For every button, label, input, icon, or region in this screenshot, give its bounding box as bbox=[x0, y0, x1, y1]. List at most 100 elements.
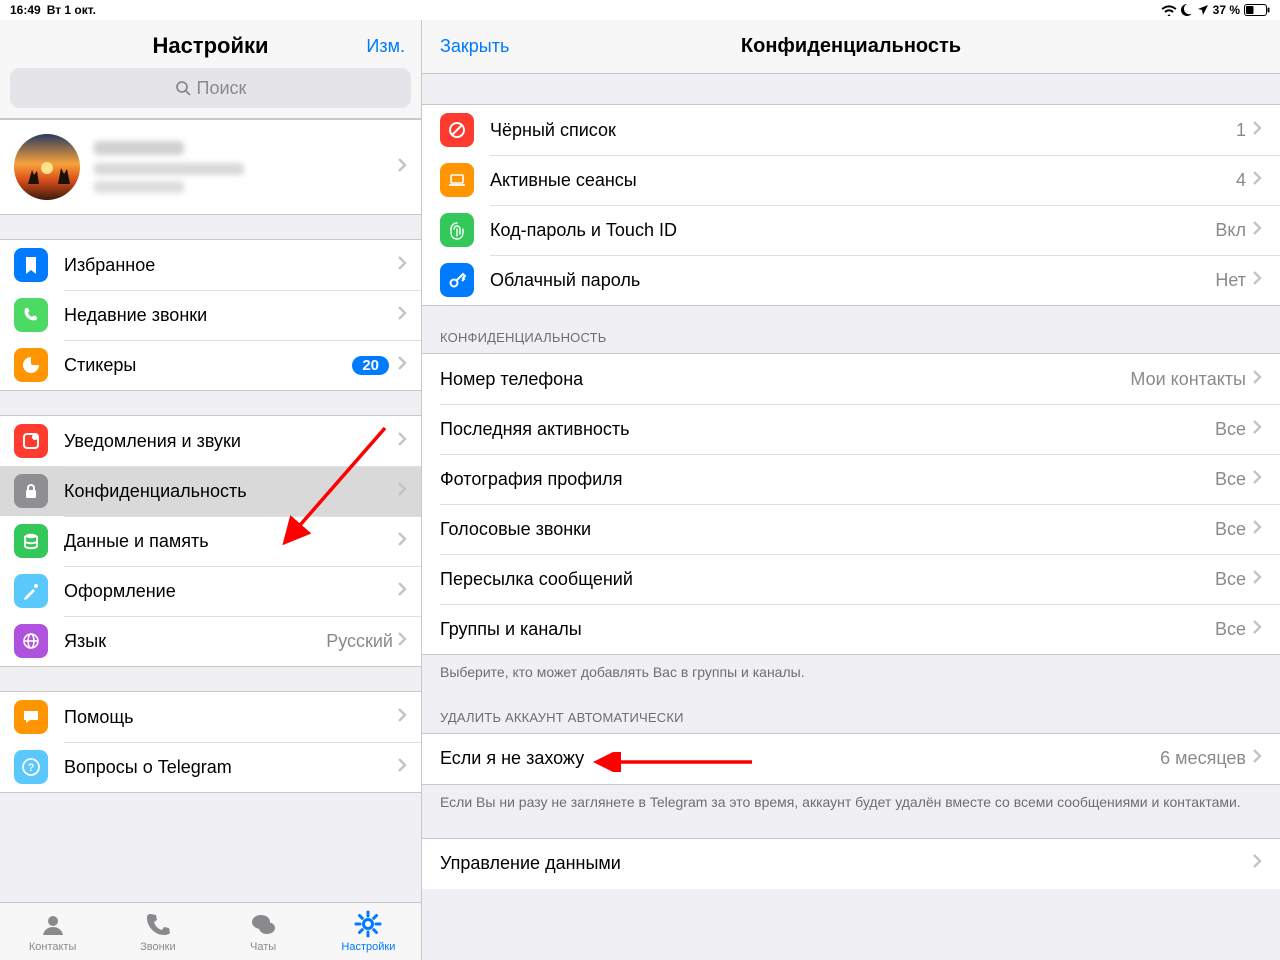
sidebar-item-saved[interactable]: Избранное bbox=[0, 240, 421, 290]
laptop-icon bbox=[440, 163, 474, 197]
profile-name-blur bbox=[94, 141, 184, 155]
sidebar-item-appearance[interactable]: Оформление bbox=[0, 566, 421, 616]
phone-tab-icon bbox=[144, 910, 172, 941]
chevron-right-icon bbox=[397, 355, 407, 376]
lock-icon bbox=[14, 474, 48, 508]
sidebar-item-data[interactable]: Данные и память bbox=[0, 516, 421, 566]
sidebar-item-label: Уведомления и звуки bbox=[64, 431, 397, 452]
chevron-right-icon bbox=[397, 157, 407, 178]
chevron-right-icon bbox=[1252, 120, 1262, 141]
status-bar: 16:49 Вт 1 окт. 37 % bbox=[0, 0, 1280, 20]
sidebar-item-label: Язык bbox=[64, 631, 326, 652]
chevron-right-icon bbox=[397, 581, 407, 602]
privacy-section-footer: Выберите, кто может добавлять Вас в груп… bbox=[422, 655, 1280, 686]
detail-scroll[interactable]: Чёрный список1Активные сеансы4Код-пароль… bbox=[422, 74, 1280, 960]
tab-contacts[interactable]: Контакты bbox=[0, 903, 105, 960]
sidebar-item-calls[interactable]: Недавние звонки bbox=[0, 290, 421, 340]
sidebar-header: Настройки Изм. Поиск bbox=[0, 20, 421, 119]
profile-phone-blur bbox=[94, 163, 244, 175]
sidebar-item-stickers[interactable]: Стикеры20 bbox=[0, 340, 421, 390]
chevron-right-icon bbox=[1252, 619, 1262, 640]
phone-icon bbox=[14, 298, 48, 332]
auto-delete-value: 6 месяцев bbox=[1160, 748, 1246, 769]
chevron-right-icon bbox=[1252, 170, 1262, 191]
tab-label: Звонки bbox=[140, 941, 176, 953]
cell-label: Фотография профиля bbox=[440, 469, 1215, 490]
sticker-icon bbox=[14, 348, 48, 382]
privacy-phone-cell[interactable]: Номер телефонаМои контакты bbox=[422, 354, 1280, 404]
security-sessions-cell[interactable]: Активные сеансы4 bbox=[422, 155, 1280, 205]
chevron-right-icon bbox=[1252, 748, 1262, 769]
sidebar-title: Настройки bbox=[152, 33, 268, 59]
cell-value: Мои контакты bbox=[1130, 369, 1246, 390]
sidebar-item-label: Избранное bbox=[64, 255, 397, 276]
sidebar-item-label: Оформление bbox=[64, 581, 397, 602]
tab-settings[interactable]: Настройки bbox=[316, 903, 421, 960]
manage-data-label: Управление данными bbox=[440, 853, 1252, 874]
avatar bbox=[14, 134, 80, 200]
cell-label: Пересылка сообщений bbox=[440, 569, 1215, 590]
data-icon bbox=[14, 524, 48, 558]
privacy-lastseen-cell[interactable]: Последняя активностьВсе bbox=[422, 404, 1280, 454]
battery-text: 37 % bbox=[1213, 3, 1240, 17]
cell-value: Все bbox=[1215, 469, 1246, 490]
chevron-right-icon bbox=[397, 531, 407, 552]
tab-chats[interactable]: Чаты bbox=[211, 903, 316, 960]
sidebar-item-faq[interactable]: ? Вопросы о Telegram bbox=[0, 742, 421, 792]
tab-calls[interactable]: Звонки bbox=[105, 903, 210, 960]
sidebar-item-lang[interactable]: ЯзыкРусский bbox=[0, 616, 421, 666]
privacy-voice-cell[interactable]: Голосовые звонкиВсе bbox=[422, 504, 1280, 554]
tab-label: Чаты bbox=[250, 941, 276, 953]
brush-icon bbox=[14, 574, 48, 608]
edit-button[interactable]: Изм. bbox=[366, 36, 405, 57]
manage-data-cell[interactable]: Управление данными bbox=[422, 839, 1280, 889]
chevron-right-icon bbox=[397, 631, 407, 652]
security-cloudpwd-cell[interactable]: Облачный парольНет bbox=[422, 255, 1280, 305]
contacts-icon bbox=[39, 910, 67, 941]
chevron-right-icon bbox=[1252, 419, 1262, 440]
chevron-right-icon bbox=[1252, 369, 1262, 390]
chevron-right-icon bbox=[1252, 569, 1262, 590]
privacy-photo-cell[interactable]: Фотография профиляВсе bbox=[422, 454, 1280, 504]
privacy-section-header: КОНФИДЕНЦИАЛЬНОСТЬ bbox=[422, 306, 1280, 353]
sidebar-item-value: Русский bbox=[326, 631, 393, 652]
cell-value: Вкл bbox=[1215, 220, 1246, 241]
sidebar-scroll[interactable]: Избранное Недавние звонки Стикеры20 Уведомл… bbox=[0, 119, 421, 902]
delete-section-footer: Если Вы ни разу не заглянете в Telegram … bbox=[422, 785, 1280, 816]
auto-delete-cell[interactable]: Если я не захожу 6 месяцев bbox=[422, 734, 1280, 784]
bookmark-icon bbox=[14, 248, 48, 282]
badge: 20 bbox=[352, 356, 389, 375]
battery-icon bbox=[1244, 4, 1270, 16]
sidebar-item-help[interactable]: Помощь bbox=[0, 692, 421, 742]
chevron-right-icon bbox=[397, 481, 407, 502]
privacy-forward-cell[interactable]: Пересылка сообщенийВсе bbox=[422, 554, 1280, 604]
security-passcode-cell[interactable]: Код-пароль и Touch IDВкл bbox=[422, 205, 1280, 255]
sidebar-item-label: Стикеры bbox=[64, 355, 352, 376]
cell-value: Нет bbox=[1215, 270, 1246, 291]
question-icon: ? bbox=[14, 750, 48, 784]
profile-cell[interactable] bbox=[0, 120, 421, 214]
chevron-right-icon bbox=[1252, 469, 1262, 490]
wifi-icon bbox=[1161, 4, 1177, 16]
sidebar-item-notif[interactable]: Уведомления и звуки bbox=[0, 416, 421, 466]
security-blocked-cell[interactable]: Чёрный список1 bbox=[422, 105, 1280, 155]
cell-label: Голосовые звонки bbox=[440, 519, 1215, 540]
sidebar-item-label: Недавние звонки bbox=[64, 305, 397, 326]
auto-delete-label: Если я не захожу bbox=[440, 748, 1160, 769]
chevron-right-icon bbox=[1252, 519, 1262, 540]
cell-label: Активные сеансы bbox=[490, 170, 1236, 191]
cell-label: Код-пароль и Touch ID bbox=[490, 220, 1215, 241]
cell-value: Все bbox=[1215, 419, 1246, 440]
close-button[interactable]: Закрыть bbox=[440, 36, 509, 57]
search-input[interactable]: Поиск bbox=[10, 68, 411, 108]
cell-label: Чёрный список bbox=[490, 120, 1236, 141]
sidebar-item-label: Данные и память bbox=[64, 531, 397, 552]
sidebar-item-privacy[interactable]: Конфиденциальность bbox=[0, 466, 421, 516]
sidebar-item-label: Вопросы о Telegram bbox=[64, 757, 397, 778]
privacy-groups-cell[interactable]: Группы и каналыВсе bbox=[422, 604, 1280, 654]
gear-icon bbox=[354, 910, 382, 941]
chevron-right-icon bbox=[1252, 220, 1262, 241]
block-icon bbox=[440, 113, 474, 147]
notif-icon bbox=[14, 424, 48, 458]
cell-value: 1 bbox=[1236, 120, 1246, 141]
